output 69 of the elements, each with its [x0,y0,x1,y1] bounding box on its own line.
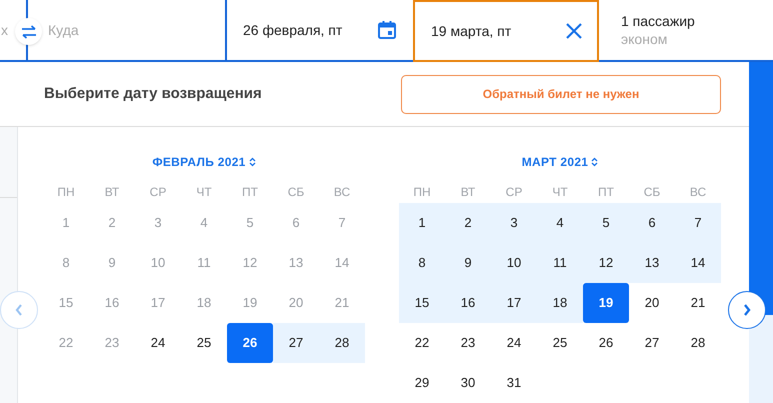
cabin-class: эконом [621,30,668,48]
weekday-label: ВС [688,184,708,201]
calendar-day[interactable]: 27 [273,323,319,363]
weekday-label: ВС [332,184,352,201]
calendar-day[interactable]: 21 [675,283,721,323]
weekday-label: ПТ [597,184,615,201]
calendar-day[interactable]: 2 [445,203,491,243]
next-month-button[interactable] [728,291,766,329]
calendar-day[interactable]: 25 [537,323,583,363]
calendar-day[interactable]: 22 [399,323,445,363]
panel-title: Выберите дату возвращения [44,84,262,104]
calendar-day[interactable]: 24 [491,323,537,363]
calendar-day[interactable]: 7 [675,203,721,243]
weekday-label: ЧТ [551,184,569,201]
calendar-day[interactable]: 26 [583,323,629,363]
calendar-day[interactable]: 6 [629,203,675,243]
chevron-right-icon [742,303,752,317]
weekday-label: СР [504,184,524,201]
calendar-day[interactable]: 23 [445,323,491,363]
passengers-field[interactable]: 1 пассажир эконом [599,0,773,60]
calendar-day[interactable]: 30 [445,363,491,403]
calendar-day[interactable]: 16 [445,283,491,323]
calendar-day[interactable]: 18 [537,283,583,323]
swap-button[interactable] [15,18,42,45]
calendar-day[interactable]: 4 [537,203,583,243]
weekday-label: ПН [56,184,76,201]
month-selector[interactable]: МАРТ 2021 [522,153,598,171]
calendar-day[interactable]: 24 [135,323,181,363]
swap-arrows-icon [20,24,36,38]
chevron-up-down-icon [248,157,256,167]
passenger-count: 1 пассажир [621,12,696,30]
weekday-label: СБ [286,184,306,201]
calendar-day[interactable]: 9 [445,243,491,283]
calendar-day[interactable]: 31 [491,363,537,403]
weekday-label: ПН [412,184,432,201]
calendar-day[interactable]: 25 [181,323,227,363]
return-date-field[interactable]: 19 марта, пт [413,0,599,62]
calendar-day[interactable]: 19 [583,283,629,323]
calendar-day[interactable]: 17 [491,283,537,323]
calendar-day[interactable]: 3 [491,203,537,243]
chevron-up-down-icon [591,157,598,167]
weekday-label: СБ [642,184,662,201]
calendar-day[interactable]: 15 [399,283,445,323]
calendar-day[interactable]: 14 [675,243,721,283]
calendar-day[interactable]: 10 [491,243,537,283]
calendar-icon [377,20,397,40]
calendar-day[interactable]: 27 [629,323,675,363]
calendar-day[interactable]: 29 [399,363,445,403]
weekday-label: СР [148,184,168,201]
weekday-label: ЧТ [195,184,213,201]
depart-date-field[interactable]: 26 февраля, пт [227,0,413,60]
calendar-day[interactable]: 28 [675,323,721,363]
calendar-day[interactable]: 5 [583,203,629,243]
calendar-day[interactable]: 13 [629,243,675,283]
calendar-day[interactable]: 8 [399,243,445,283]
origin-text: х [0,20,8,40]
calendar-day[interactable]: 12 [583,243,629,283]
chevron-left-icon [14,303,24,317]
weekday-label: ВТ [104,184,120,201]
weekday-label: ПТ [241,184,259,201]
close-icon[interactable] [565,22,583,40]
destination-input[interactable]: Куда [48,20,225,40]
calendar-day[interactable]: 26 [227,323,273,363]
calendar-day[interactable]: 1 [399,203,445,243]
calendar-day[interactable]: 20 [629,283,675,323]
month-selector[interactable]: ФЕВРАЛЬ 2021 [152,153,256,171]
weekday-label: ВТ [460,184,476,201]
calendar-day[interactable]: 11 [537,243,583,283]
calendar-day[interactable]: 28 [319,323,365,363]
